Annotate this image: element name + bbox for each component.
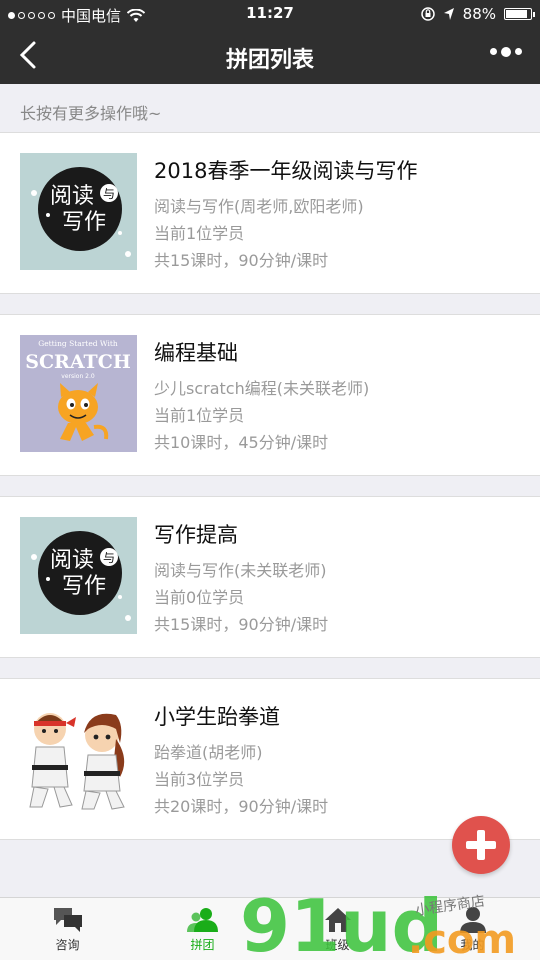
group-card[interactable]: 与 阅读 写作 写作提高 阅读与写作(未关联老师) 当前0位学员 共15课时，9…: [0, 496, 540, 658]
svg-text:Getting Started With: Getting Started With: [38, 339, 118, 348]
tab-label: 班级: [325, 937, 350, 952]
group-title: 2018春季一年级阅读与写作: [154, 159, 418, 183]
group-info: 写作提高 阅读与写作(未关联老师) 当前0位学员 共15课时，90分钟/课时: [154, 519, 328, 638]
page: { "status_bar": {"carrier": "中国电信", "tim…: [0, 0, 540, 960]
group-card[interactable]: Getting Started With SCRATCH version 2.0: [0, 314, 540, 476]
svg-text:写作: 写作: [62, 574, 106, 599]
group-title: 写作提高: [154, 523, 238, 547]
svg-text:与: 与: [103, 551, 115, 565]
group-students: 当前1位学员: [154, 224, 245, 243]
home-icon: [324, 907, 351, 932]
add-group-button[interactable]: [452, 816, 510, 874]
group-subject: 阅读与写作(周老师,欧阳老师): [154, 197, 364, 216]
group-schedule: 共10课时，45分钟/课时: [154, 433, 329, 452]
tab-label: 咨询: [55, 937, 80, 952]
group-card[interactable]: 小学生跆拳道 跆拳道(胡老师) 当前3位学员 共20课时，90分钟/课时: [0, 678, 540, 840]
status-right: 88%: [420, 5, 535, 23]
group-card[interactable]: 与 阅读 写作 2018春季一年级阅读与写作 阅读与写作(周老师,欧阳老师) 当…: [0, 132, 540, 294]
status-bar: 中国电信 11:27 88%: [0, 0, 540, 28]
location-icon: [443, 8, 454, 20]
tab-label: 我的: [460, 937, 485, 952]
tab-consult[interactable]: 咨询: [0, 898, 135, 960]
tab-group[interactable]: 拼团: [135, 898, 270, 960]
svg-text:阅读: 阅读: [50, 548, 94, 573]
course-thumbnail-scratch: Getting Started With SCRATCH version 2.0: [20, 335, 137, 452]
course-thumbnail-reading: 与 阅读 写作: [20, 153, 137, 270]
group-info: 2018春季一年级阅读与写作 阅读与写作(周老师,欧阳老师) 当前1位学员 共1…: [154, 155, 417, 274]
group-schedule: 共15课时，90分钟/课时: [154, 251, 329, 270]
user-icon: [459, 906, 486, 933]
tab-mine[interactable]: 我的: [405, 898, 540, 960]
course-thumbnail-taekwondo: [20, 699, 137, 816]
group-info: 小学生跆拳道 跆拳道(胡老师) 当前3位学员 共20课时，90分钟/课时: [154, 701, 328, 820]
group-students: 当前1位学员: [154, 406, 245, 425]
group-title: 小学生跆拳道: [154, 705, 280, 729]
group-title: 编程基础: [154, 341, 238, 365]
group-schedule: 共20课时，90分钟/课时: [154, 797, 329, 816]
group-subject: 阅读与写作(未关联老师): [154, 561, 327, 580]
battery-percent: 88%: [462, 5, 496, 23]
course-thumbnail-reading: 与 阅读 写作: [20, 517, 137, 634]
svg-text:写作: 写作: [62, 210, 106, 235]
battery-icon: [504, 8, 535, 20]
svg-text:SCRATCH: SCRATCH: [25, 351, 131, 373]
group-subject: 少儿scratch编程(未关联老师): [154, 379, 370, 398]
group-info: 编程基础 少儿scratch编程(未关联老师) 当前1位学员 共10课时，45分…: [154, 337, 369, 456]
svg-text:与: 与: [103, 187, 115, 201]
tab-bar: 咨询 拼团 班级 我的: [0, 897, 540, 960]
group-list: 与 阅读 写作 2018春季一年级阅读与写作 阅读与写作(周老师,欧阳老师) 当…: [0, 132, 540, 860]
group-subject: 跆拳道(胡老师): [154, 743, 263, 762]
chat-icon: [53, 907, 82, 932]
rotation-lock-icon: [420, 7, 435, 21]
group-icon: [186, 907, 218, 932]
long-press-hint: 长按有更多操作哦~: [20, 104, 162, 123]
group-students: 当前0位学员: [154, 588, 245, 607]
more-icon[interactable]: [490, 46, 522, 57]
tab-class[interactable]: 班级: [270, 898, 405, 960]
group-students: 当前3位学员: [154, 770, 245, 789]
svg-text:阅读: 阅读: [50, 184, 94, 209]
page-title: 拼团列表: [225, 48, 314, 73]
svg-text:version 2.0: version 2.0: [61, 373, 95, 380]
tab-label: 拼团: [190, 937, 215, 952]
nav-bar: 拼团列表: [0, 28, 540, 84]
group-schedule: 共15课时，90分钟/课时: [154, 615, 329, 634]
